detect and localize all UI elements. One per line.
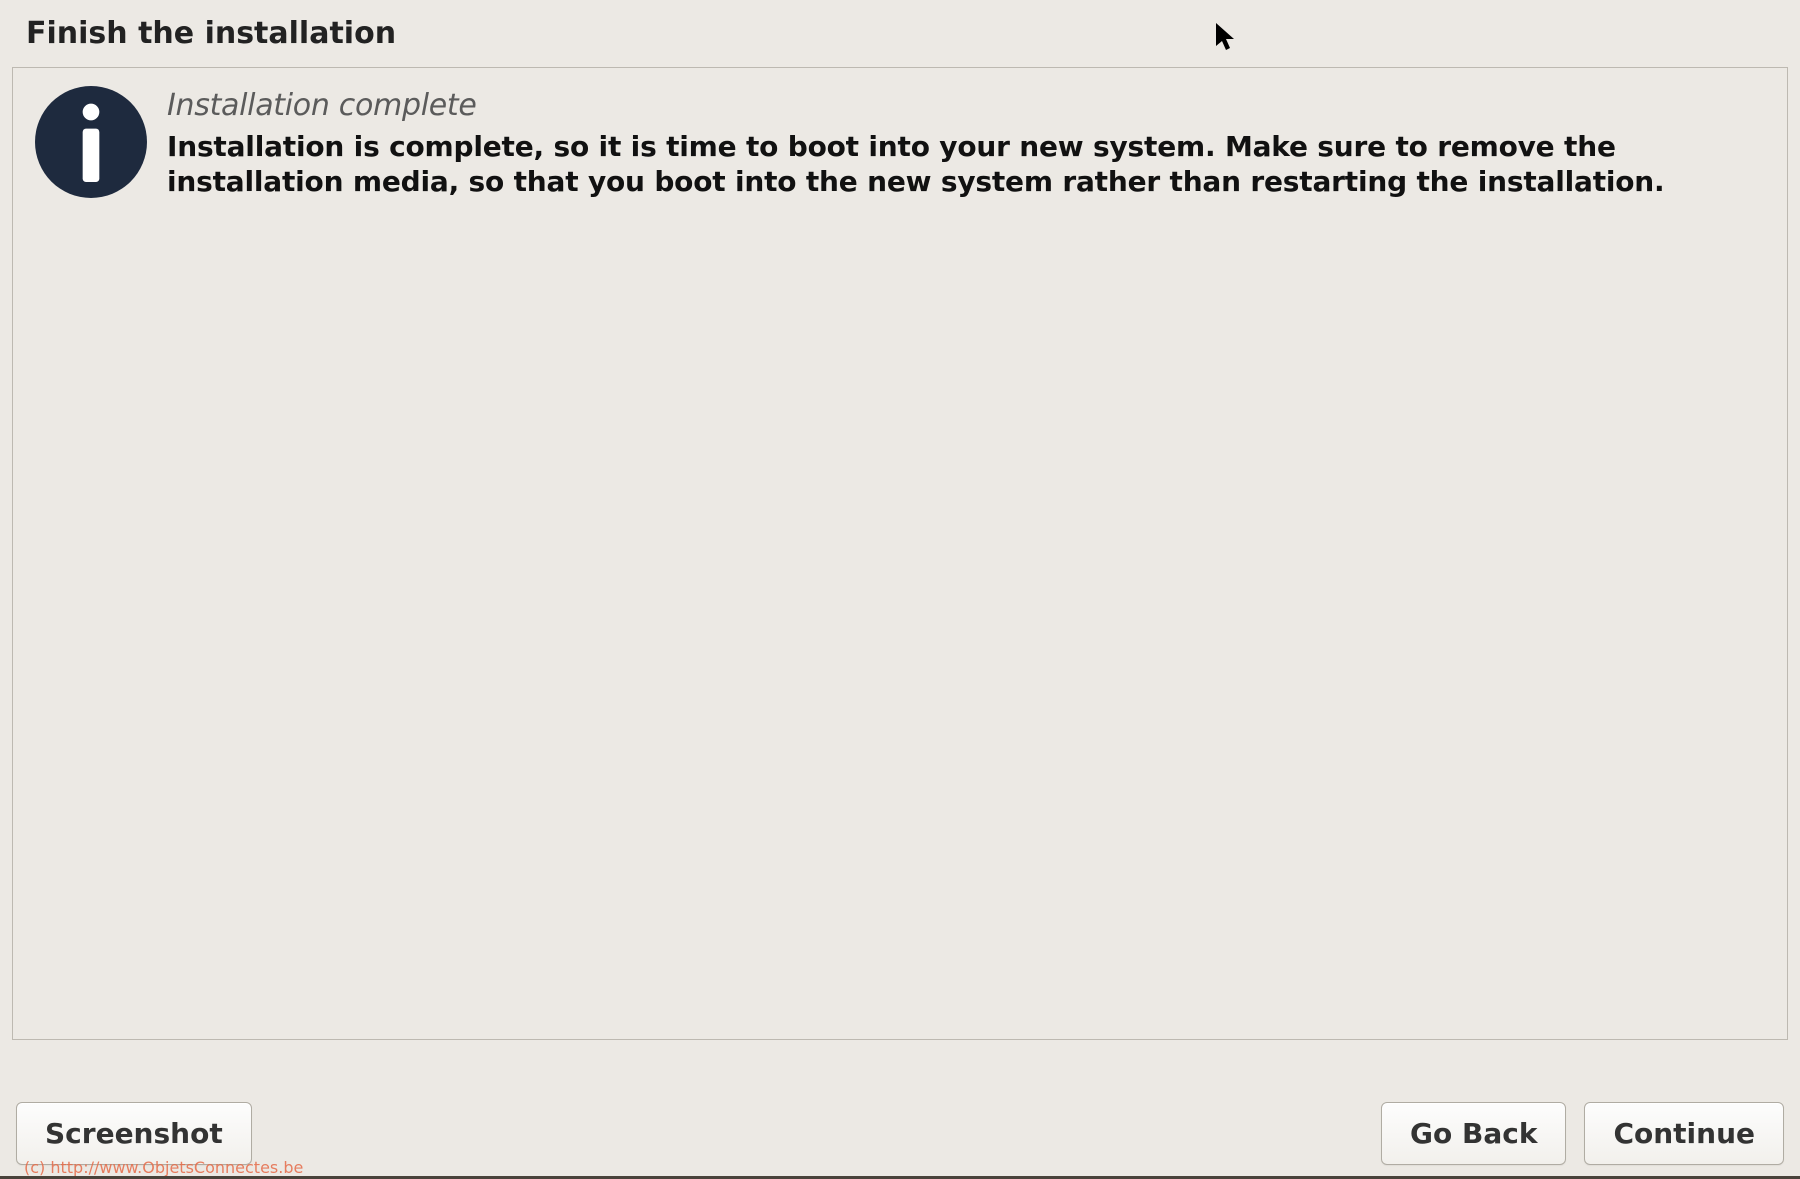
info-icon xyxy=(35,86,147,198)
go-back-button[interactable]: Go Back xyxy=(1381,1102,1566,1165)
button-bar: Screenshot Go Back Continue xyxy=(0,1102,1800,1165)
info-heading: Installation complete xyxy=(167,88,1765,123)
page-title: Finish the installation xyxy=(0,0,1800,67)
info-body: Installation is complete, so it is time … xyxy=(167,129,1765,199)
screenshot-button[interactable]: Screenshot xyxy=(16,1102,252,1165)
info-row: Installation complete Installation is co… xyxy=(35,86,1765,199)
continue-button[interactable]: Continue xyxy=(1584,1102,1784,1165)
watermark-text: (c) http://www.ObjetsConnectes.be xyxy=(24,1158,303,1177)
info-text: Installation complete Installation is co… xyxy=(167,86,1765,199)
content-panel: Installation complete Installation is co… xyxy=(12,67,1788,1040)
